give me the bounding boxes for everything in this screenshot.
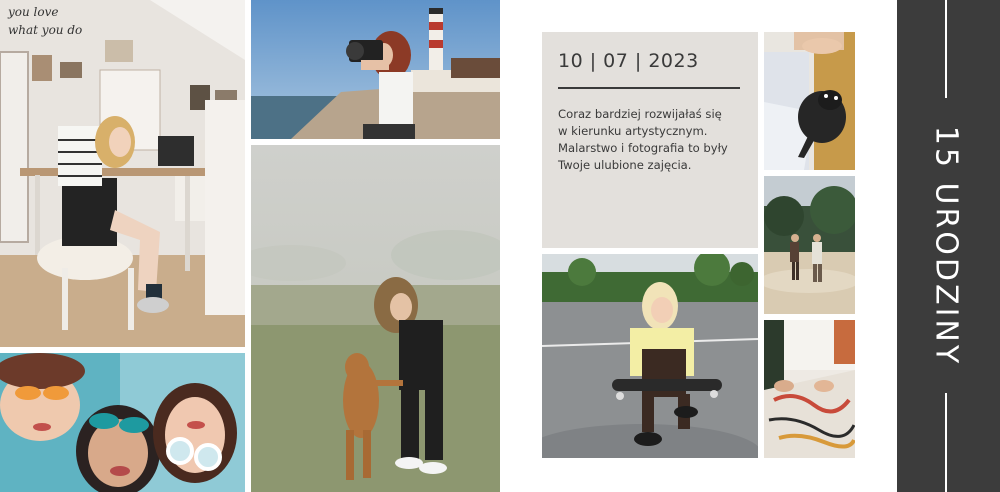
date-divider (558, 87, 740, 89)
date-label: 10 | 07 | 2023 (558, 50, 699, 72)
text-panel: 10 | 07 | 2023 Coraz bardziej rozwijałaś… (542, 32, 758, 248)
caption-text: Coraz bardziej rozwijałaś się w kierunku… (558, 106, 754, 174)
photo-couple-beach (764, 176, 855, 314)
photo-girl-skateboard (542, 254, 758, 458)
wall-lettering-1: you love (7, 5, 59, 19)
photo-girl-at-desk: you love what you do (0, 0, 245, 347)
caption-line: Twoje ulubione zajęcia. (558, 158, 692, 172)
birthday-title: 15 URODZINY (928, 125, 964, 367)
band-line-bottom (945, 393, 947, 492)
photo-puppy (764, 32, 855, 170)
caption-line: Malarstwo i fotografia to były (558, 141, 728, 155)
caption-line: Coraz bardziej rozwijałaś się (558, 107, 722, 121)
photo-girl-with-camera (251, 0, 500, 139)
wall-lettering-2: what you do (8, 23, 82, 37)
band-line-top (945, 0, 947, 98)
photo-girls-sunglasses (0, 353, 245, 492)
photo-girl-with-dog (251, 145, 500, 492)
photo-painting-hands (764, 320, 855, 458)
caption-line: w kierunku artystycznym. (558, 124, 708, 138)
